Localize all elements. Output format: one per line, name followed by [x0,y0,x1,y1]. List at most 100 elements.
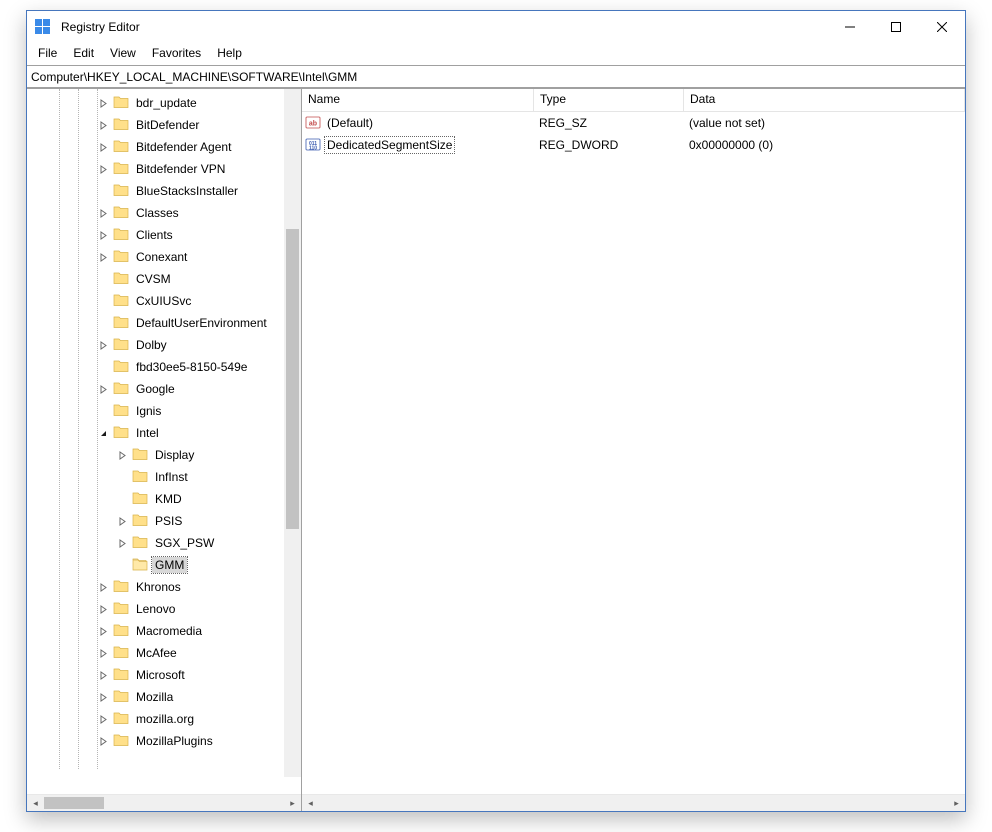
tree-node[interactable]: mozilla.org [27,708,287,730]
tree-node[interactable]: BitDefender [27,114,287,136]
expand-icon[interactable] [95,95,111,111]
expand-icon[interactable] [95,711,111,727]
tree-node-label[interactable]: Clients [133,227,176,243]
tree-node-label[interactable]: CVSM [133,271,174,287]
tree-node-label[interactable]: Display [152,447,197,463]
tree-node[interactable]: Lenovo [27,598,287,620]
tree-node-label[interactable]: Conexant [133,249,190,265]
menu-view[interactable]: View [102,44,144,62]
tree-node[interactable]: bdr_update [27,92,287,114]
tree-node-label[interactable]: Classes [133,205,182,221]
tree-node-label[interactable]: bdr_update [133,95,200,111]
scroll-left-arrow-icon[interactable]: ◂ [27,795,44,812]
tree-node[interactable]: Google [27,378,287,400]
values-list[interactable]: ab(Default)REG_SZ(value not set)011110De… [302,112,965,794]
tree-node[interactable]: MozillaPlugins [27,730,287,752]
scroll-left-arrow-icon[interactable]: ◂ [302,795,319,812]
registry-tree[interactable]: bdr_update BitDefender Bitdefender Agent Bi… [27,89,287,752]
address-bar[interactable]: Computer\HKEY_LOCAL_MACHINE\SOFTWARE\Int… [27,65,965,88]
tree-node[interactable]: Dolby [27,334,287,356]
tree-node-label[interactable]: KMD [152,491,185,507]
tree-node[interactable]: CxUIUSvc [27,290,287,312]
tree-node[interactable]: InfInst [27,466,287,488]
tree-node[interactable]: Macromedia [27,620,287,642]
expand-icon[interactable] [114,535,130,551]
column-header-type[interactable]: Type [534,89,684,111]
expand-icon[interactable] [114,447,130,463]
menu-help[interactable]: Help [209,44,250,62]
list-horizontal-scrollbar[interactable]: ◂ ▸ [302,794,965,811]
tree-node[interactable]: GMM [27,554,287,576]
menu-edit[interactable]: Edit [65,44,102,62]
expand-icon[interactable] [95,601,111,617]
tree-node[interactable]: Ignis [27,400,287,422]
tree-node-label[interactable]: Bitdefender Agent [133,139,234,155]
tree-horizontal-scrollbar[interactable]: ◂ ▸ [27,794,301,811]
tree-node[interactable]: Microsoft [27,664,287,686]
tree-node[interactable]: Intel [27,422,287,444]
scrollbar-thumb[interactable] [44,797,104,809]
tree-node[interactable]: PSIS [27,510,287,532]
expand-icon[interactable] [95,381,111,397]
expand-icon[interactable] [95,667,111,683]
tree-node-label[interactable]: mozilla.org [133,711,197,727]
tree-node-label[interactable]: Bitdefender VPN [133,161,228,177]
tree-node-label[interactable]: DefaultUserEnvironment [133,315,270,331]
expand-icon[interactable] [95,645,111,661]
column-header-data[interactable]: Data [684,89,965,111]
scrollbar-thumb[interactable] [286,229,299,529]
scrollbar-track[interactable] [44,795,284,811]
expand-icon[interactable] [95,117,111,133]
tree-node[interactable]: DefaultUserEnvironment [27,312,287,334]
expand-icon[interactable] [95,579,111,595]
tree-node-label[interactable]: InfInst [152,469,191,485]
tree-node[interactable]: Conexant [27,246,287,268]
tree-node[interactable]: BlueStacksInstaller [27,180,287,202]
tree-node-label[interactable]: Macromedia [133,623,205,639]
tree-node-label[interactable]: GMM [152,557,187,573]
tree-node-label[interactable]: BlueStacksInstaller [133,183,241,199]
tree-node-label[interactable]: Mozilla [133,689,176,705]
expand-icon[interactable] [114,513,130,529]
maximize-button[interactable] [873,11,919,43]
tree-node[interactable]: Display [27,444,287,466]
close-button[interactable] [919,11,965,43]
scroll-right-arrow-icon[interactable]: ▸ [284,795,301,812]
expand-icon[interactable] [95,227,111,243]
expand-icon[interactable] [95,249,111,265]
menu-favorites[interactable]: Favorites [144,44,209,62]
tree-node[interactable]: Clients [27,224,287,246]
collapse-icon[interactable] [95,425,111,441]
value-row[interactable]: ab(Default)REG_SZ(value not set) [302,112,965,134]
tree-node-label[interactable]: Lenovo [133,601,178,617]
expand-icon[interactable] [95,623,111,639]
menu-file[interactable]: File [30,44,65,62]
tree-node-label[interactable]: CxUIUSvc [133,293,194,309]
tree-node-label[interactable]: MozillaPlugins [133,733,216,749]
tree-node[interactable]: Bitdefender Agent [27,136,287,158]
tree-node[interactable]: Mozilla [27,686,287,708]
tree-node[interactable]: SGX_PSW [27,532,287,554]
tree-node[interactable]: fbd30ee5-8150-549e [27,356,287,378]
minimize-button[interactable] [827,11,873,43]
scroll-right-arrow-icon[interactable]: ▸ [948,795,965,812]
tree-node[interactable]: Bitdefender VPN [27,158,287,180]
tree-node-label[interactable]: Khronos [133,579,184,595]
column-header-name[interactable]: Name [302,89,534,111]
tree-node[interactable]: Khronos [27,576,287,598]
tree-vertical-scrollbar[interactable] [284,89,301,777]
tree-node-label[interactable]: BitDefender [133,117,202,133]
value-name[interactable]: (Default) [325,115,375,131]
tree-node-label[interactable]: fbd30ee5-8150-549e [133,359,250,375]
tree-node-label[interactable]: SGX_PSW [152,535,217,551]
expand-icon[interactable] [95,161,111,177]
tree-node-label[interactable]: McAfee [133,645,180,661]
tree-node-label[interactable]: Ignis [133,403,164,419]
tree-node-label[interactable]: Google [133,381,178,397]
tree-node[interactable]: CVSM [27,268,287,290]
tree-node[interactable]: McAfee [27,642,287,664]
tree-node[interactable]: KMD [27,488,287,510]
expand-icon[interactable] [95,689,111,705]
expand-icon[interactable] [95,139,111,155]
value-name[interactable]: DedicatedSegmentSize [325,137,454,153]
